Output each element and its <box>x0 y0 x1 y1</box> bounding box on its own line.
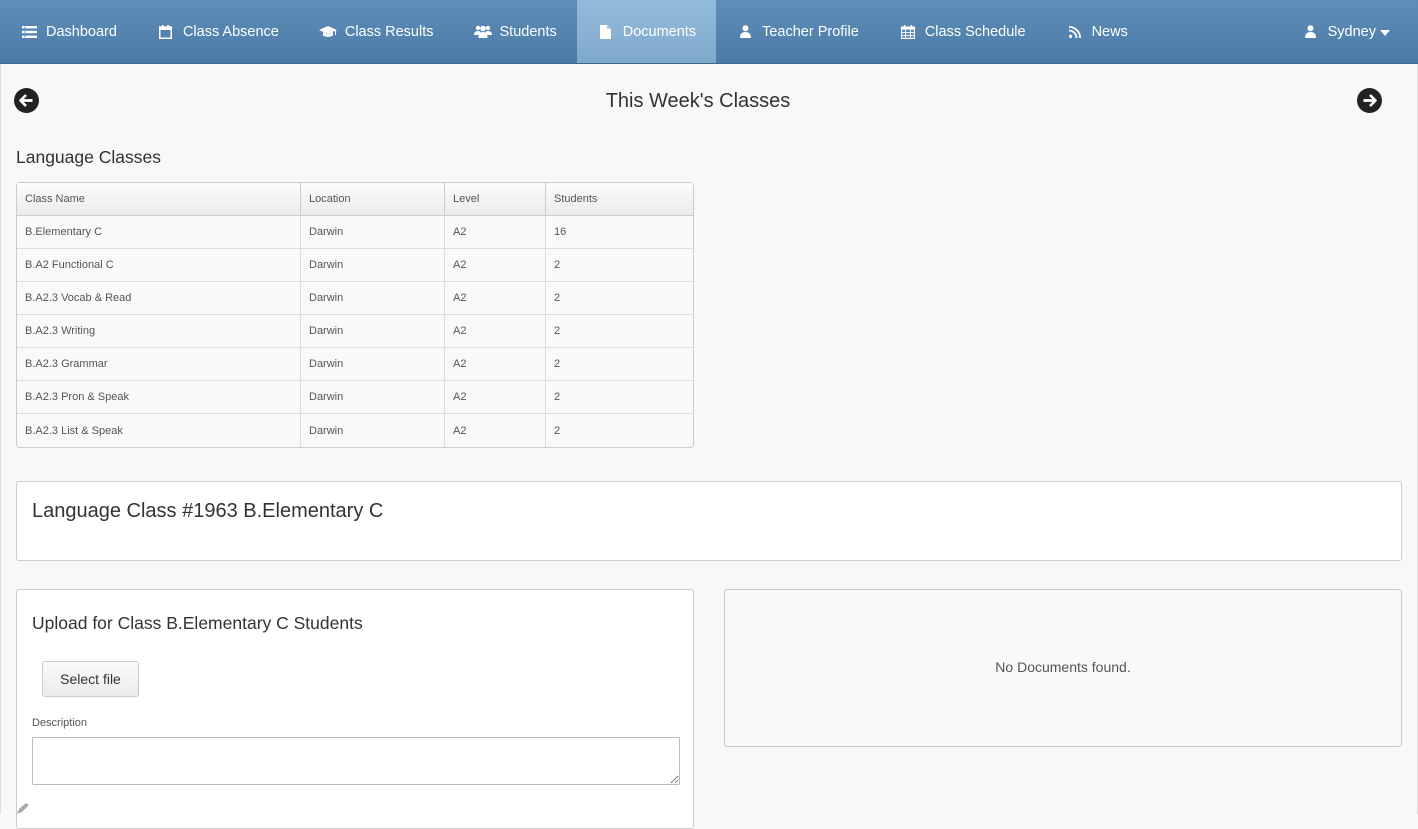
column-header-location[interactable]: Location <box>301 183 445 216</box>
nav-label: Class Schedule <box>924 23 1026 40</box>
class-detail-heading: Language Class #1963 B.Elementary C <box>32 500 384 522</box>
cell-class-name: B.A2.3 Pron & Speak <box>17 381 301 414</box>
cell-level: A2 <box>445 348 546 381</box>
nav-documents[interactable]: Documents <box>576 0 717 63</box>
column-header-level[interactable]: Level <box>445 183 546 216</box>
nav-students[interactable]: Students <box>454 0 577 63</box>
cell-location: Darwin <box>301 414 445 447</box>
nav-label: News <box>1091 23 1128 40</box>
table-row[interactable]: B.A2.3 Vocab & Read Darwin A2 2 <box>17 282 693 315</box>
week-title: This Week's Classes <box>605 90 791 112</box>
calendar-icon <box>157 23 175 41</box>
column-header-students[interactable]: Students <box>546 183 693 216</box>
user-icon <box>1302 23 1320 41</box>
cell-level: A2 <box>445 315 546 348</box>
nav-label: Dashboard <box>46 23 117 40</box>
cell-level: A2 <box>445 249 546 282</box>
cell-level: A2 <box>445 216 546 249</box>
cell-students: 2 <box>546 315 693 348</box>
table-row[interactable]: B.Elementary C Darwin A2 16 <box>17 216 693 249</box>
cell-location: Darwin <box>301 282 445 315</box>
graduation-cap-icon <box>318 23 337 41</box>
next-week-button[interactable] <box>1357 88 1382 113</box>
cell-level: A2 <box>445 282 546 315</box>
nav-label: Documents <box>622 23 697 40</box>
section-title: Language Classes <box>16 147 161 167</box>
user-icon <box>736 23 754 41</box>
cell-students: 2 <box>546 282 693 315</box>
cell-level: A2 <box>445 414 546 447</box>
cell-location: Darwin <box>301 249 445 282</box>
table-header-row: Class Name Location Level Students <box>17 183 693 216</box>
arrow-right-icon <box>1363 94 1377 107</box>
cell-students: 16 <box>546 216 693 249</box>
cell-students: 2 <box>554 424 561 437</box>
classes-table: Class Name Location Level Students B.Ele… <box>16 182 694 448</box>
cell-location: Darwin <box>301 216 445 249</box>
top-navbar: Dashboard Class Absence Class Results St… <box>0 0 1418 64</box>
file-icon <box>597 23 615 41</box>
nav-class-schedule[interactable]: Class Schedule <box>879 0 1046 63</box>
upload-heading: Upload for Class B.Elementary C Students <box>32 613 363 633</box>
cell-class-name: B.A2 Functional C <box>17 249 301 282</box>
column-header-class-name[interactable]: Class Name <box>17 183 301 216</box>
dashboard-icon <box>20 23 38 41</box>
nav-dashboard[interactable]: Dashboard <box>0 0 137 63</box>
class-detail-panel: Language Class #1963 B.Elementary C <box>16 481 1402 561</box>
chevron-down-icon <box>1380 29 1390 36</box>
table-row[interactable]: B.A2.3 Grammar Darwin A2 2 <box>17 348 693 381</box>
cell-level: A2 <box>445 381 546 414</box>
users-icon <box>473 23 492 41</box>
cell-location: Darwin <box>301 381 445 414</box>
cell-class-name: B.A2.3 Vocab & Read <box>17 282 301 315</box>
table-row[interactable]: B.A2.3 Pron & Speak Darwin A2 2 <box>17 381 693 414</box>
description-input[interactable] <box>32 737 680 785</box>
cell-class-name: B.A2.3 List & Speak <box>17 414 301 447</box>
calendar-grid-icon <box>899 23 917 41</box>
description-label: Description <box>32 717 88 729</box>
nav-label: Teacher Profile <box>762 23 859 40</box>
cell-class-name: B.A2.3 Writing <box>17 315 301 348</box>
nav-class-absence[interactable]: Class Absence <box>137 0 299 63</box>
table-row[interactable]: B.A2.3 Writing Darwin A2 2 <box>17 315 693 348</box>
upload-panel: Upload for Class B.Elementary C Students… <box>16 589 694 829</box>
cell-students: 2 <box>546 348 693 381</box>
table-row[interactable]: B.A2 Functional C Darwin A2 2 <box>17 249 693 282</box>
cell-class-name: B.Elementary C <box>17 216 301 249</box>
rss-icon <box>1066 23 1084 41</box>
nav-teacher-profile[interactable]: Teacher Profile <box>716 0 879 63</box>
pencil-icon <box>17 803 29 814</box>
cell-students: 2 <box>546 381 693 414</box>
user-name: Sydney <box>1327 23 1376 40</box>
cell-location: Darwin <box>301 315 445 348</box>
nav-class-results[interactable]: Class Results <box>299 0 454 63</box>
cell-class-name: B.A2.3 Grammar <box>17 348 301 381</box>
table-row[interactable]: B.A2.3 List & Speak Darwin A2 2 <box>17 414 693 447</box>
nav-label: Students <box>499 23 557 40</box>
nav-label: Class Results <box>344 23 434 40</box>
nav-label: Class Absence <box>182 23 279 40</box>
cell-location: Darwin <box>301 348 445 381</box>
user-menu[interactable]: Sydney <box>1282 0 1418 63</box>
documents-panel: No Documents found. <box>724 589 1402 747</box>
no-documents-message: No Documents found. <box>995 659 1131 675</box>
cell-students: 2 <box>546 249 693 282</box>
nav-news[interactable]: News <box>1046 0 1148 63</box>
select-file-button[interactable]: Select file <box>42 661 139 697</box>
